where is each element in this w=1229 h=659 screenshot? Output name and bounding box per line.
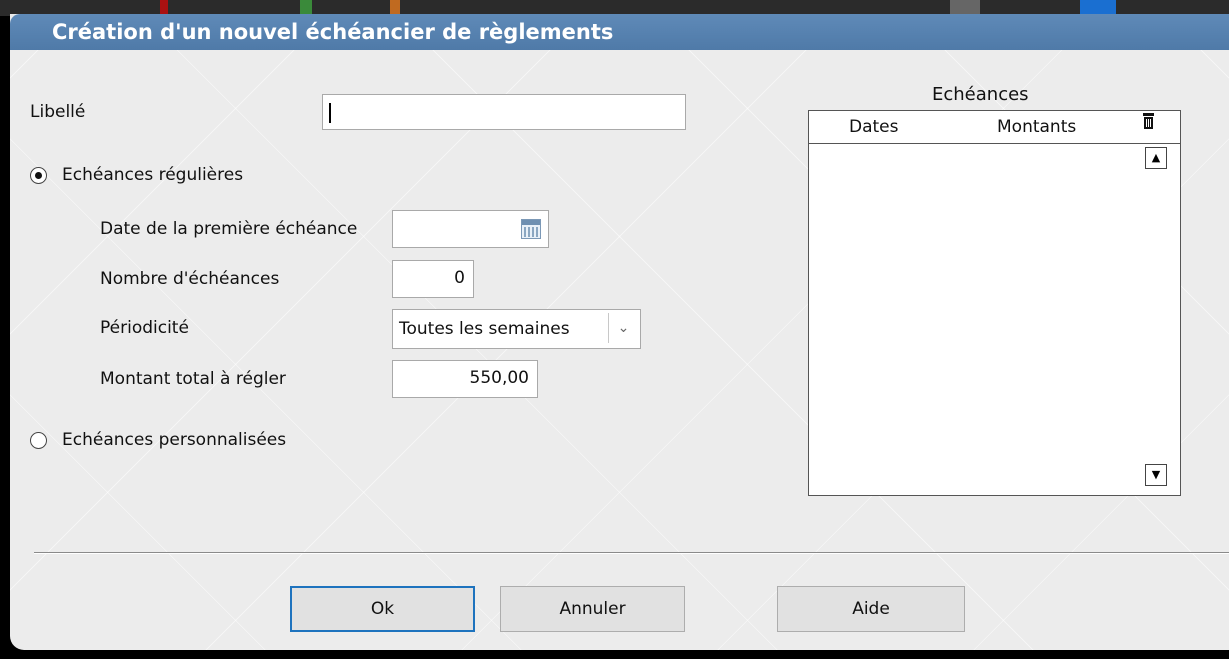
schedule-header: Dates Montants — [809, 111, 1180, 144]
scroll-up-icon[interactable]: ▲ — [1145, 147, 1167, 169]
total-input[interactable]: 550,00 — [392, 360, 538, 398]
radio-selected-dot — [35, 172, 42, 179]
schedule-dialog: Création d'un nouvel échéancier de règle… — [10, 14, 1229, 650]
custom-option-label[interactable]: Echéances personnalisées — [62, 430, 286, 450]
libelle-input[interactable] — [322, 94, 686, 130]
regular-option-label[interactable]: Echéances régulières — [62, 165, 243, 185]
ok-button[interactable]: Ok — [290, 586, 475, 632]
column-header-amounts[interactable]: Montants — [997, 117, 1076, 137]
cancel-button[interactable]: Annuler — [500, 586, 685, 632]
count-label: Nombre d'échéances — [100, 269, 280, 289]
column-header-dates[interactable]: Dates — [849, 117, 899, 137]
dialog-title[interactable]: Création d'un nouvel échéancier de règle… — [10, 14, 1229, 50]
periodicity-select[interactable]: Toutes les semaines ⌄ — [392, 309, 641, 349]
periodicity-value: Toutes les semaines — [399, 319, 570, 339]
total-label: Montant total à régler — [100, 369, 286, 389]
divider — [34, 552, 1229, 554]
regular-radio[interactable] — [30, 167, 47, 184]
libelle-label: Libellé — [30, 102, 86, 122]
help-button[interactable]: Aide — [777, 586, 965, 632]
first-date-label: Date de la première échéance — [100, 219, 358, 239]
schedule-title: Echéances — [932, 84, 1029, 105]
text-caret — [329, 103, 331, 123]
custom-radio[interactable] — [30, 432, 47, 449]
delete-icon[interactable] — [1143, 113, 1154, 129]
schedule-list[interactable]: Dates Montants ▲ ▼ — [808, 110, 1181, 496]
first-date-input[interactable] — [392, 210, 549, 248]
chevron-down-icon[interactable]: ⌄ — [608, 313, 638, 343]
count-input[interactable]: 0 — [392, 260, 474, 298]
scroll-down-icon[interactable]: ▼ — [1145, 464, 1167, 486]
periodicity-label: Périodicité — [100, 318, 189, 338]
calendar-icon[interactable] — [521, 219, 541, 239]
